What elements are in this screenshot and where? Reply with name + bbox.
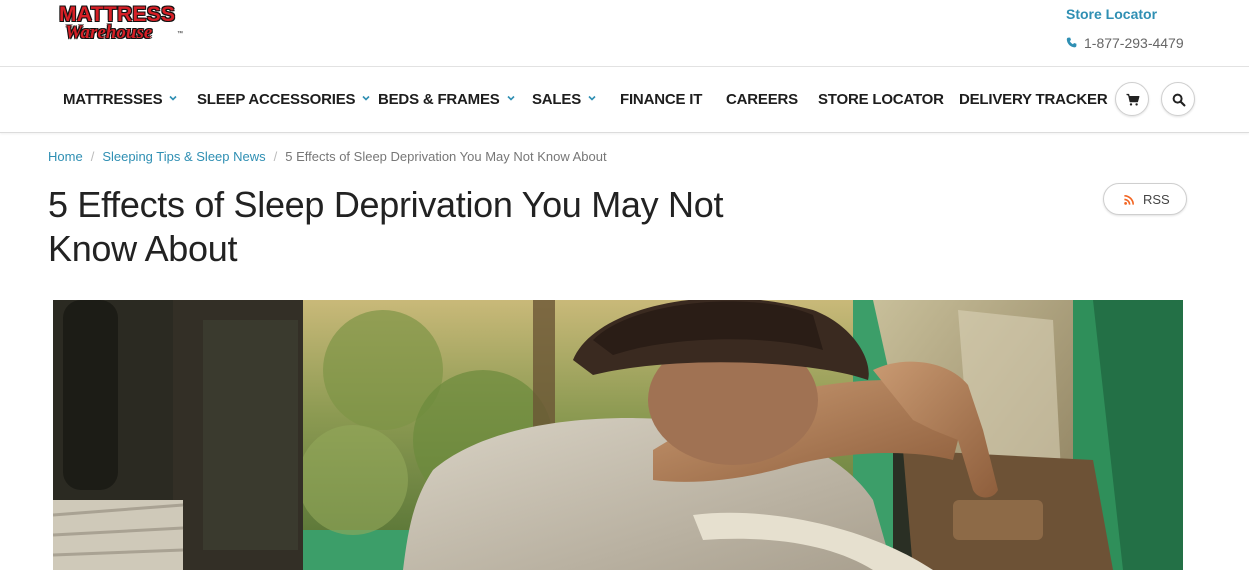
nav-item-finance-it[interactable]: FINANCE IT	[620, 91, 702, 108]
phone-number: 1-877-293-4479	[1084, 35, 1184, 51]
nav-item-label: STORE LOCATOR	[818, 91, 944, 108]
page-title: 5 Effects of Sleep Deprivation You May N…	[48, 184, 724, 269]
top-bar: MATTRESS Warehouse ™ Store Locator 1-877…	[0, 0, 1249, 67]
phone-link[interactable]: 1-877-293-4479	[1066, 35, 1184, 51]
breadcrumb-category[interactable]: Sleeping Tips & Sleep News	[102, 149, 265, 164]
nav-item-label: BEDS & FRAMES	[378, 91, 500, 108]
rss-button[interactable]: RSS	[1103, 183, 1187, 215]
nav-item-label: DELIVERY TRACKER	[959, 91, 1108, 108]
main-nav: MATTRESSES SLEEP ACCESSORIES BEDS & FRAM…	[0, 67, 1249, 133]
store-locator-link[interactable]: Store Locator	[1066, 6, 1157, 22]
breadcrumb: Home / Sleeping Tips & Sleep News / 5 Effect…	[48, 149, 607, 164]
article-hero-image	[53, 300, 1183, 570]
breadcrumb-separator: /	[90, 149, 95, 164]
nav-item-sleep-accessories[interactable]: SLEEP ACCESSORIES	[197, 91, 370, 108]
chevron-down-icon	[169, 95, 177, 101]
nav-item-mattresses[interactable]: MATTRESSES	[63, 91, 177, 108]
breadcrumb-separator: /	[273, 149, 278, 164]
search-button[interactable]	[1161, 82, 1195, 116]
breadcrumb-current: 5 Effects of Sleep Deprivation You May N…	[285, 149, 607, 164]
nav-item-label: CAREERS	[726, 91, 798, 108]
nav-item-beds-frames[interactable]: BEDS & FRAMES	[378, 91, 515, 108]
nav-item-label: FINANCE IT	[620, 91, 703, 108]
sleeping-man-in-truck-photo	[53, 300, 1183, 570]
rss-label: RSS	[1143, 192, 1170, 207]
nav-item-store-locator[interactable]: STORE LOCATOR	[818, 91, 944, 108]
cart-button[interactable]	[1115, 82, 1149, 116]
cart-icon	[1126, 93, 1140, 106]
phone-icon	[1066, 37, 1077, 48]
chevron-down-icon	[588, 95, 596, 101]
logo-text-bottom: Warehouse	[65, 22, 153, 43]
nav-item-careers[interactable]: CAREERS	[726, 91, 798, 108]
nav-item-sales[interactable]: SALES	[532, 91, 596, 108]
search-icon	[1172, 93, 1186, 107]
nav-item-label: SLEEP ACCESSORIES	[197, 91, 356, 108]
nav-item-label: MATTRESSES	[63, 91, 163, 108]
logo-trademark: ™	[177, 31, 183, 37]
chevron-down-icon	[507, 95, 515, 101]
chevron-down-icon	[362, 95, 370, 101]
nav-item-delivery-tracker[interactable]: DELIVERY TRACKER	[959, 91, 1108, 108]
nav-item-label: SALES	[532, 91, 582, 108]
rss-icon	[1124, 195, 1134, 205]
logo[interactable]: MATTRESS Warehouse ™	[59, 4, 189, 44]
breadcrumb-home[interactable]: Home	[48, 149, 83, 164]
